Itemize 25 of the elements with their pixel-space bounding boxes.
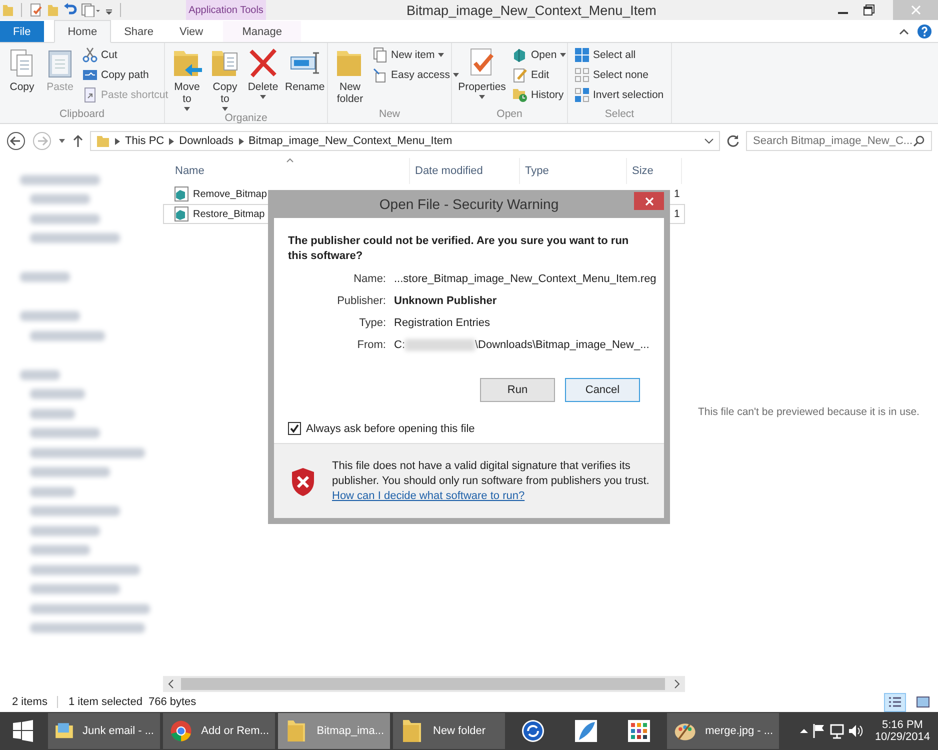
field-value: Unknown Publisher (394, 295, 497, 307)
field-label: Publisher: (336, 295, 386, 307)
field-value: C: (394, 339, 405, 351)
field-label: Name: (352, 273, 386, 285)
group-label: Clipboard (58, 108, 106, 122)
group-label: Open (496, 108, 524, 122)
warning-question: The publisher could not be verified. Are you sure you want to run this software? (288, 234, 630, 264)
selection-size: 766 bytes (148, 696, 196, 708)
warning-text: This file does not have a valid digital signature that verifies its publisher. You should only run software from publishers you trust. How can I decide what software to run? (332, 459, 650, 504)
preview-message: This file can't be previewed because it is in use. (698, 406, 920, 418)
group-label: New (378, 108, 401, 122)
file-size: 1 (674, 208, 681, 220)
field-label: Type: (358, 317, 386, 329)
group-label: Organize (224, 112, 268, 124)
group-label: Select (604, 108, 636, 122)
item-count: 2 items (12, 696, 48, 708)
field-value: ...store_Bitmap_image_New_Context_Menu_Item.reg (394, 273, 656, 285)
selection-count: 1 item selected (68, 696, 142, 708)
field-label: From: (356, 339, 386, 351)
window-title: Bitmap_image_New_Context_Menu_Item (406, 2, 658, 18)
context-tab-group: Application Tools (186, 0, 266, 20)
file-size: 1 (674, 188, 681, 200)
field-value: \Downloads\Bitmap_image_New_... (475, 339, 650, 351)
dialog-title: Open File - Security Warning (379, 196, 559, 212)
field-value: Registration Entries (394, 317, 490, 329)
